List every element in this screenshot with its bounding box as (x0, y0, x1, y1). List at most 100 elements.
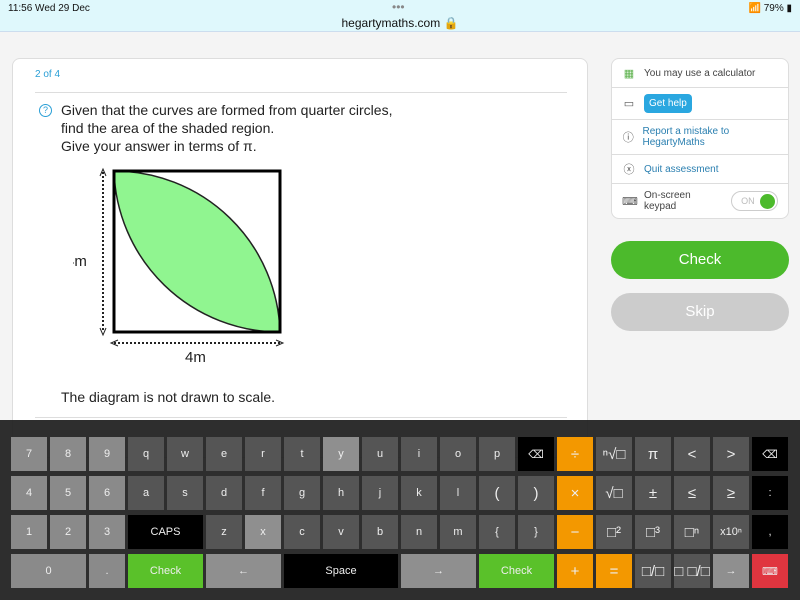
key-k[interactable]: 7 (11, 437, 47, 471)
key-k[interactable]: ⁿ√□ (596, 437, 632, 471)
key-k[interactable]: → (401, 554, 476, 588)
key-k[interactable]: e (206, 437, 242, 471)
key-k[interactable]: ⌨ (752, 554, 788, 588)
question-text: Given that the curves are formed from qu… (61, 101, 392, 155)
status-time: 11:56 Wed 29 Dec (8, 3, 90, 14)
key-space[interactable]: Space (284, 554, 398, 588)
key-k[interactable]: − (557, 515, 593, 549)
question-line: Given that the curves are formed from qu… (61, 102, 393, 118)
check-button[interactable]: Check (611, 241, 789, 279)
key-k[interactable]: ÷ (557, 437, 593, 471)
key-k[interactable]: : (752, 476, 788, 510)
key-k[interactable]: k (401, 476, 437, 510)
help-row: ▭ Get help (612, 88, 788, 120)
key-k[interactable]: ( (479, 476, 515, 510)
key-k[interactable]: r (245, 437, 281, 471)
key-k[interactable]: □² (596, 515, 632, 549)
key-k[interactable]: p (479, 437, 515, 471)
key-k[interactable]: □ⁿ (674, 515, 710, 549)
key-k[interactable]: → (713, 554, 749, 588)
key-k[interactable]: 4 (11, 476, 47, 510)
key-caps[interactable]: CAPS (128, 515, 203, 549)
key-k[interactable]: l (440, 476, 476, 510)
key-k[interactable]: g (284, 476, 320, 510)
keypad-toggle[interactable]: ON (731, 191, 778, 211)
key-k[interactable]: } (518, 515, 554, 549)
quit-row[interactable]: ⓧ Quit assessment (612, 155, 788, 184)
skip-button[interactable]: Skip (611, 293, 789, 331)
calculator-text: You may use a calculator (644, 67, 756, 79)
key-k[interactable]: 9 (89, 437, 125, 471)
key-k[interactable]: 0 (11, 554, 86, 588)
key-k[interactable]: o (440, 437, 476, 471)
side-label: 4m (73, 253, 87, 270)
keypad-row: ⌨ On-screen keypad ON (612, 184, 788, 218)
key-k[interactable]: □/□ (635, 554, 671, 588)
key-k[interactable]: a (128, 476, 164, 510)
key-k[interactable]: × (557, 476, 593, 510)
video-camera-icon: ▭ (623, 98, 635, 110)
key-k[interactable]: 8 (50, 437, 86, 471)
key-k[interactable]: { (479, 515, 515, 549)
key-k[interactable]: y (323, 437, 359, 471)
address-bar[interactable]: hegartymaths.com 🔒 (0, 16, 800, 30)
battery-status: 📶 79% ▮ (748, 3, 792, 14)
help-circle-icon[interactable]: ? (39, 104, 52, 117)
key-k[interactable]: = (596, 554, 632, 588)
key-k[interactable]: m (440, 515, 476, 549)
toggle-knob[interactable] (760, 194, 775, 209)
get-help-button[interactable]: Get help (644, 94, 692, 113)
key-k[interactable]: b (362, 515, 398, 549)
key-k[interactable]: h (323, 476, 359, 510)
key-k[interactable]: ≤ (674, 476, 710, 510)
key-k[interactable]: s (167, 476, 203, 510)
report-row[interactable]: ⓘ Report a mistake to HegartyMaths (612, 120, 788, 155)
quit-assessment-link[interactable]: Quit assessment (644, 164, 718, 175)
key-k[interactable]: x10ⁿ (713, 515, 749, 549)
key-k[interactable]: f (245, 476, 281, 510)
key-k[interactable]: √□ (596, 476, 632, 510)
shaded-region (113, 170, 281, 333)
key-k[interactable]: 3 (89, 515, 125, 549)
key-k[interactable]: 2 (50, 515, 86, 549)
key-k[interactable]: ← (206, 554, 281, 588)
key-k[interactable]: v (323, 515, 359, 549)
key-k[interactable]: π (635, 437, 671, 471)
key-k[interactable]: + (557, 554, 593, 588)
key-k[interactable]: Check (479, 554, 554, 588)
key-k[interactable]: ⌫ (518, 437, 554, 471)
key-k[interactable]: □ □/□ (674, 554, 710, 588)
key-k[interactable]: 6 (89, 476, 125, 510)
key-k[interactable]: □³ (635, 515, 671, 549)
question-card: 2 of 4 ? Given that the curves are forme… (12, 58, 588, 458)
key-k[interactable]: > (713, 437, 749, 471)
key-k[interactable]: ⌫ (752, 437, 788, 471)
key-k[interactable]: ± (635, 476, 671, 510)
calculator-row: ▦ You may use a calculator (612, 59, 788, 88)
key-k[interactable]: . (89, 554, 125, 588)
key-k[interactable]: d (206, 476, 242, 510)
key-k[interactable]: ≥ (713, 476, 749, 510)
key-k[interactable]: n (401, 515, 437, 549)
key-k[interactable]: 1 (11, 515, 47, 549)
key-k[interactable]: q (128, 437, 164, 471)
key-k[interactable]: u (362, 437, 398, 471)
key-k[interactable]: ) (518, 476, 554, 510)
keyboard-icon: ⌨ (622, 195, 638, 208)
key-k[interactable]: z (206, 515, 242, 549)
key-k[interactable]: t (284, 437, 320, 471)
more-dots-icon[interactable]: ••• (392, 0, 405, 14)
key-k[interactable]: j (362, 476, 398, 510)
key-k[interactable]: , (752, 515, 788, 549)
key-k[interactable]: < (674, 437, 710, 471)
key-k[interactable]: 5 (50, 476, 86, 510)
key-k[interactable]: w (167, 437, 203, 471)
key-k[interactable]: x (245, 515, 281, 549)
question-progress: 2 of 4 (35, 69, 61, 80)
key-k[interactable]: i (401, 437, 437, 471)
report-mistake-link[interactable]: Report a mistake to HegartyMaths (643, 126, 779, 148)
on-screen-keyboard: 7 8 9 q w e r t y u i o p ⌫ ÷ ⁿ√□ π < > ⌫ 4 5 6 a s d f g h j k l() × √□ ±… (11, 437, 788, 588)
alert-circle-icon: ⓘ (622, 132, 634, 144)
key-k[interactable]: c (284, 515, 320, 549)
key-k[interactable]: Check (128, 554, 203, 588)
